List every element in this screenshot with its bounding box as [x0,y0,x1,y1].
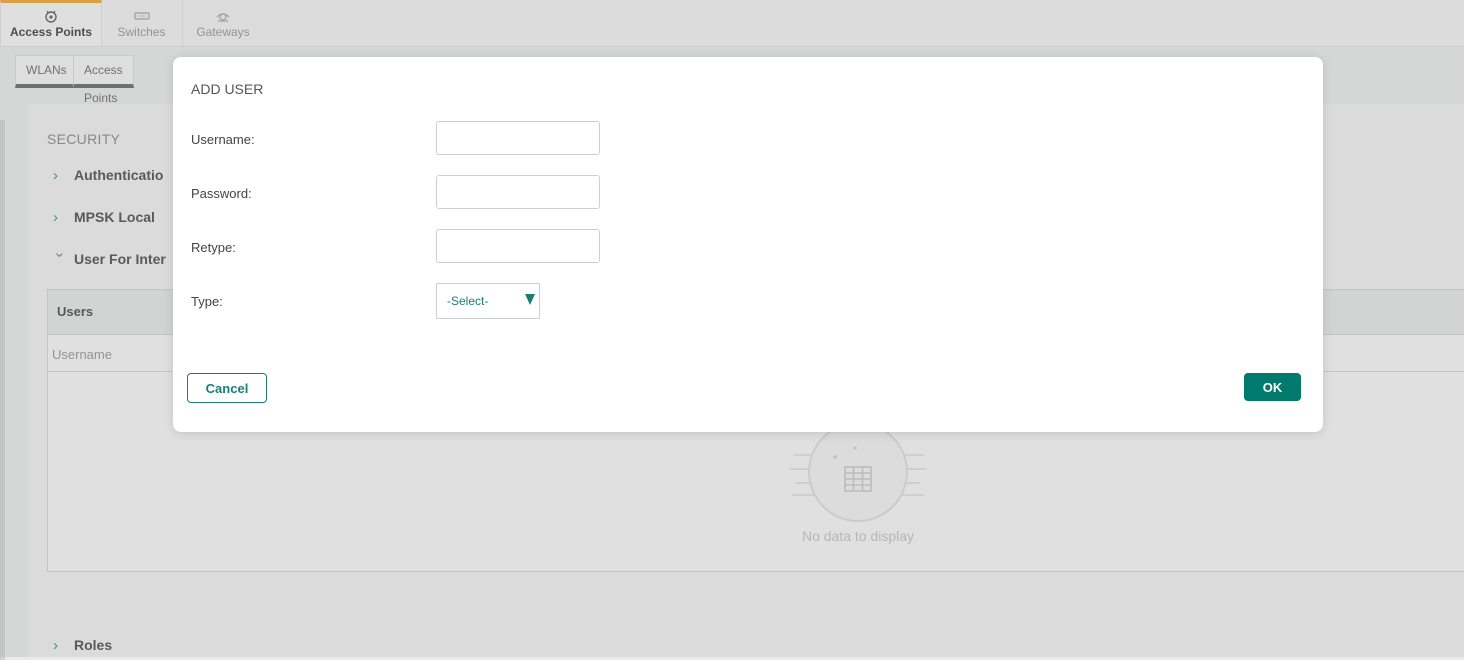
dialog-title: ADD USER [191,81,264,97]
type-select-value: -Select- [447,294,489,308]
password-label: Password: [191,186,252,201]
retype-password-input[interactable] [436,229,600,263]
username-input[interactable] [436,121,600,155]
cancel-button[interactable]: Cancel [187,373,267,403]
ok-button[interactable]: OK [1244,373,1301,401]
username-label: Username: [191,132,255,147]
dropdown-arrow-icon [525,294,535,305]
type-select[interactable]: -Select- [436,283,540,319]
retype-label: Retype: [191,240,236,255]
add-user-dialog: ADD USER Username: Password: Retype: Typ… [173,57,1323,432]
type-label: Type: [191,294,223,309]
password-input[interactable] [436,175,600,209]
